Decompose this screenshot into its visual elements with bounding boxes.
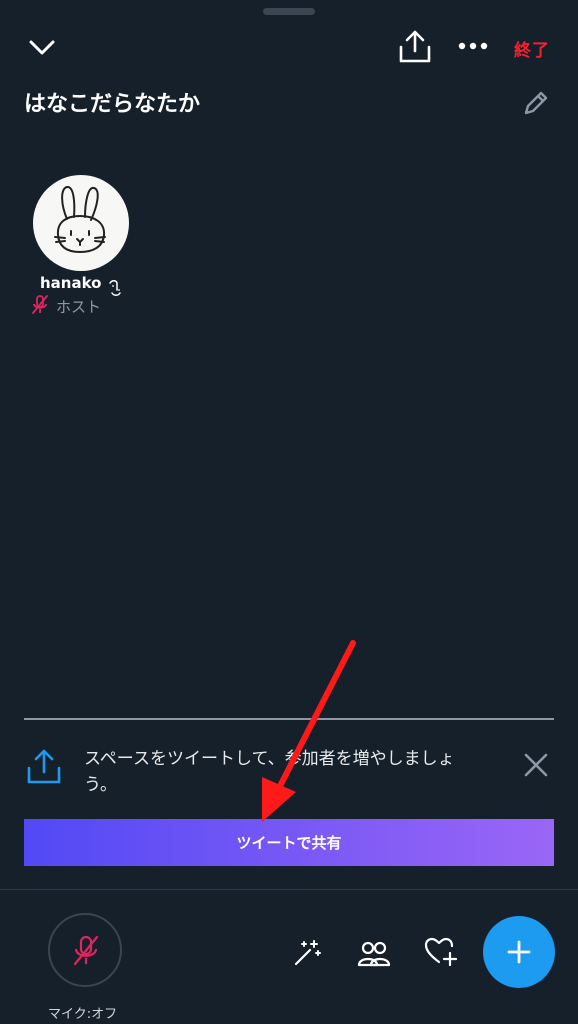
mic-toggle-button[interactable] xyxy=(48,913,122,987)
end-space-button[interactable]: 終了 xyxy=(514,36,550,61)
handwritten-face-icon xyxy=(109,280,121,296)
share-tweet-button[interactable]: ツイートで共有 xyxy=(24,819,554,866)
mic-status-label: マイク:オフ xyxy=(48,1007,118,1022)
space-sheet: 終了 はなこだらなたか hanako ホスト スペースをツイートして、参加者を増… xyxy=(0,0,578,1024)
red-arrow-annotation xyxy=(262,640,356,822)
plus-icon xyxy=(507,940,531,964)
mic-off-icon xyxy=(73,935,99,966)
share-prompt-message: スペースをツイートして、参加者を増やしましょう。 xyxy=(84,749,455,795)
bottom-bar-divider xyxy=(0,889,578,890)
share-tweet-button-label: ツイートで共有 xyxy=(236,834,342,852)
sheet-grabber[interactable] xyxy=(263,8,315,15)
host-name-text: hanako xyxy=(40,274,102,292)
host-role-label: ホスト xyxy=(56,298,102,316)
heart-plus-icon[interactable] xyxy=(424,936,458,968)
add-fab-button[interactable] xyxy=(483,916,555,988)
share-upload-icon xyxy=(27,749,61,784)
host-name: hanako xyxy=(40,274,101,292)
rabbit-drawing-icon xyxy=(54,186,106,253)
magic-wand-icon[interactable] xyxy=(292,938,322,968)
more-options-icon[interactable] xyxy=(458,40,488,52)
edit-pencil-icon[interactable] xyxy=(520,87,552,119)
chevron-down-icon[interactable] xyxy=(28,38,56,58)
mic-muted-icon xyxy=(32,295,48,314)
prompt-divider xyxy=(24,718,554,720)
host-avatar[interactable] xyxy=(33,175,129,271)
close-icon[interactable] xyxy=(522,751,550,779)
share-icon[interactable] xyxy=(398,29,432,65)
participants-icon[interactable] xyxy=(357,938,391,968)
space-title: はなこだらなたか xyxy=(24,92,201,117)
